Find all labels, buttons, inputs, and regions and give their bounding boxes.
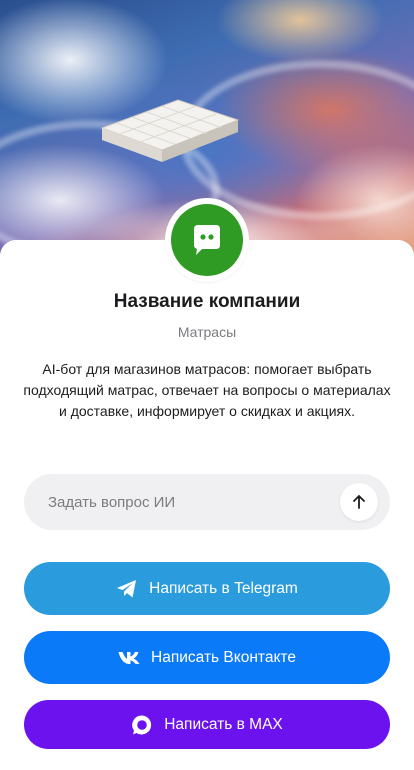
chat-bot-icon [194,225,220,255]
arrow-up-icon [353,495,365,509]
vk-button[interactable]: Написать Вконтакте [24,631,390,684]
avatar-circle [171,204,243,276]
vk-button-label: Написать Вконтакте [151,648,296,666]
mattress-image [100,99,240,162]
send-button[interactable] [340,483,378,521]
max-button-label: Написать в MAX [164,715,283,733]
telegram-button[interactable]: Написать в Telegram [24,562,390,615]
ask-ai-input[interactable] [24,474,340,530]
max-icon [132,714,152,734]
company-description: AI-бот для магазинов матрасов: помогает … [23,361,391,419]
ask-ai-field [24,474,390,530]
avatar [165,198,249,282]
company-category: Матрасы [177,324,237,340]
max-button[interactable]: Написать в MAX [24,700,390,749]
telegram-icon [117,579,137,597]
telegram-button-label: Написать в Telegram [149,579,298,597]
company-name: Название компании [113,291,301,312]
vk-icon [118,651,140,664]
